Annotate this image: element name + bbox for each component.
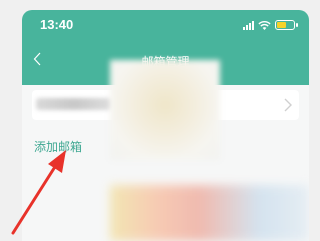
annotation-arrow <box>11 150 66 235</box>
